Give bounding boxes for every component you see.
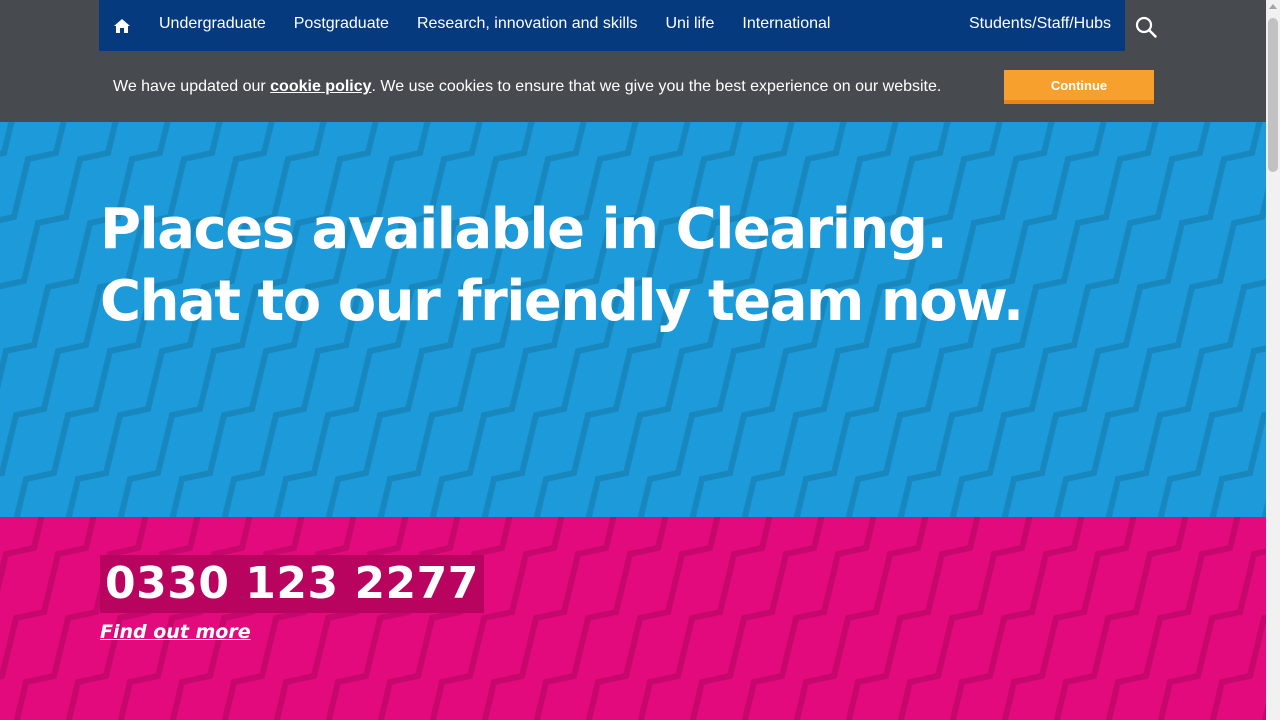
- nav-item-hubs[interactable]: Students/Staff/Hubs: [955, 0, 1125, 51]
- home-button[interactable]: [99, 0, 145, 51]
- zigzag-stripe: [65, 517, 201, 720]
- zigzag-stripe: [533, 517, 669, 720]
- nav-item-international[interactable]: International: [728, 0, 844, 51]
- zigzag-stripe: [637, 517, 773, 720]
- scroll-up-icon[interactable]: [1269, 4, 1277, 9]
- zigzag-stripe: [897, 517, 1033, 720]
- phone-number[interactable]: 0330 123 2277: [100, 555, 484, 613]
- zigzag-stripe: [1001, 517, 1137, 720]
- search-button[interactable]: [1129, 10, 1163, 44]
- zigzag-stripe: [1053, 517, 1189, 720]
- zigzag-pattern: [0, 517, 1266, 720]
- zigzag-stripe: [585, 517, 721, 720]
- scrollbar[interactable]: [1266, 0, 1280, 720]
- continue-button[interactable]: Continue: [1004, 70, 1154, 104]
- zigzag-stripe: [741, 517, 877, 720]
- zigzag-stripe: [793, 517, 929, 720]
- zigzag-stripe: [689, 517, 825, 720]
- nav-item-research[interactable]: Research, innovation and skills: [403, 0, 652, 51]
- zigzag-stripe: [845, 517, 981, 720]
- zigzag-stripe: [481, 517, 617, 720]
- zigzag-stripe: [0, 122, 15, 157]
- hero-headline: Places available in Clearing. Chat to ou…: [100, 197, 1024, 334]
- zigzag-stripe: [273, 517, 409, 720]
- hero-blue-panel: Places available in Clearing. Chat to ou…: [0, 122, 1266, 517]
- zigzag-stripe: [1157, 345, 1266, 517]
- home-icon: [114, 18, 130, 33]
- zigzag-stripe: [1001, 122, 1263, 517]
- hero-pink-panel: 0330 123 2277 Find out more: [0, 517, 1266, 720]
- main-nav: Undergraduate Postgraduate Research, inn…: [99, 0, 1125, 51]
- cookie-policy-link[interactable]: cookie policy: [270, 78, 371, 95]
- zigzag-stripe: [325, 517, 461, 720]
- cookie-message: We have updated our cookie policy. We us…: [113, 78, 942, 95]
- zigzag-stripe: [949, 517, 1085, 720]
- nav-item-uni-life[interactable]: Uni life: [652, 0, 729, 51]
- zigzag-stripe: [169, 517, 305, 720]
- nav-item-undergraduate[interactable]: Undergraduate: [145, 0, 280, 51]
- find-out-more-link[interactable]: Find out more: [100, 621, 251, 643]
- search-icon: [1135, 16, 1157, 38]
- scrollbar-thumb[interactable]: [1268, 18, 1278, 172]
- zigzag-stripe: [117, 517, 253, 720]
- zigzag-stripe: [377, 517, 513, 720]
- zigzag-stripe: [221, 517, 357, 720]
- zigzag-stripe: [429, 517, 565, 720]
- zigzag-stripe: [13, 517, 149, 720]
- nav-item-postgraduate[interactable]: Postgraduate: [280, 0, 403, 51]
